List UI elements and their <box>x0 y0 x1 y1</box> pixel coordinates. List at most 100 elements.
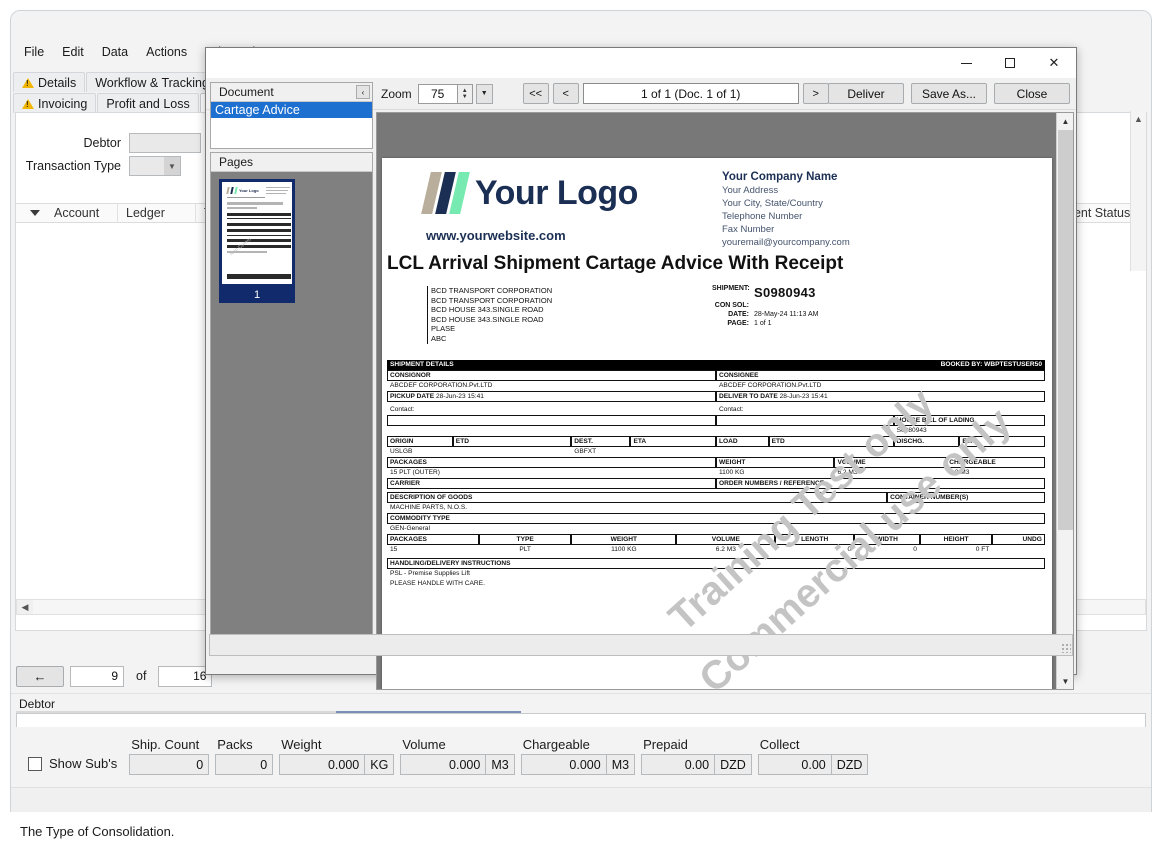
thumbnail-logo-icon: Your Logo <box>227 187 259 194</box>
pkg-val-width: 0 <box>854 545 920 555</box>
packages-label: PACKAGES <box>387 457 716 468</box>
commodity-row: COMMODITY TYPE <box>387 513 1045 524</box>
minimize-button[interactable] <box>944 49 988 77</box>
tab-label: Workflow & Tracking <box>95 76 209 90</box>
deliver-button[interactable]: Deliver <box>828 83 904 104</box>
scroll-up-icon[interactable]: ▲ <box>1131 111 1146 126</box>
doc-scroll-up-icon[interactable]: ▲ <box>1057 113 1074 129</box>
carrier-label: CARRIER <box>387 478 716 489</box>
pkg-col-type: TYPE <box>479 534 571 545</box>
page-value: 1 of 1 <box>754 320 772 327</box>
application-status-bar: The Type of Consolidation. <box>10 812 1152 850</box>
close-button[interactable]: Close <box>994 83 1070 104</box>
menu-item-edit[interactable]: Edit <box>53 43 93 61</box>
tab-label: Details <box>38 76 76 90</box>
pkg-col-weight: WEIGHT <box>571 534 676 545</box>
page-indicator[interactable]: 1 of 1 (Doc. 1 of 1) <box>583 83 799 104</box>
stat-value-input[interactable]: 0.000 <box>400 754 486 775</box>
stat-label: Chargeable <box>521 737 635 752</box>
stat-unit: M3 <box>607 754 635 775</box>
description-label: DESCRIPTION OF GOODS <box>387 492 887 503</box>
stat-value-input[interactable]: 0.000 <box>279 754 365 775</box>
pkg-col-height: HEIGHT <box>920 534 992 545</box>
tab-workflow-tracking[interactable]: Workflow & Tracking <box>86 72 218 92</box>
stat-value-input[interactable]: 0.00 <box>641 754 715 775</box>
consignee-value: ABCDEF CORPORATION.Pvt.LTD <box>716 381 1045 391</box>
stat-weight: Weight 0.000 KG <box>279 737 394 775</box>
stat-value-input[interactable]: 0.00 <box>758 754 832 775</box>
debtor-input[interactable] <box>129 133 201 153</box>
page-thumbnail-wrap[interactable]: Your Logo Non Comm <box>219 179 295 303</box>
tab-profit-and-loss[interactable]: Profit and Loss <box>97 93 198 113</box>
routing-header-row: ORIGIN ETD DEST. ETA LOAD ETD DISCHG. ET… <box>387 436 1045 447</box>
shipment-detail-table: SHIPMENT DETAILS BOOKED BY: WBPTESTUSER5… <box>387 360 1045 589</box>
grid-vertical-scrollbar[interactable]: ▲ <box>1130 111 1146 271</box>
collapse-panel-icon[interactable]: ‹ <box>356 85 370 99</box>
save-as-button[interactable]: Save As... <box>911 83 987 104</box>
show-subs-label: Show Sub's <box>49 756 117 771</box>
sort-descending-icon[interactable] <box>30 210 40 216</box>
close-window-button[interactable]: ✕ <box>1032 49 1076 77</box>
spinner-down-icon: ▼ <box>462 94 468 100</box>
contact-left-box <box>387 415 716 426</box>
consignee-label: CONSIGNEE <box>716 370 1045 381</box>
company-fax: Fax Number <box>722 223 850 236</box>
debtor-label: Debtor <box>19 136 129 150</box>
previous-record-button[interactable]: ← <box>16 666 64 687</box>
zoom-dropdown-button[interactable]: ▼ <box>476 84 493 104</box>
menu-item-file[interactable]: File <box>15 43 53 61</box>
pickup-date-value: 28-Jun-23 15:41 <box>436 393 484 400</box>
resize-grip-icon[interactable] <box>1061 643 1071 653</box>
chevron-down-icon: ▼ <box>481 90 488 97</box>
tab-label: Invoicing <box>38 97 87 111</box>
stat-value-input[interactable]: 0.000 <box>521 754 607 775</box>
logo-bars-icon <box>426 172 465 214</box>
package-table-header: PACKAGES TYPE WEIGHT VOLUME LENGTH WIDTH… <box>387 534 1045 545</box>
tab-invoicing[interactable]: Invoicing <box>13 93 96 113</box>
next-page-button[interactable]: > <box>803 83 829 104</box>
scroll-left-icon[interactable]: ◀ <box>17 600 33 614</box>
current-record-input[interactable]: 9 <box>70 666 124 687</box>
show-subs-checkbox[interactable] <box>28 757 42 771</box>
document-vertical-scrollbar[interactable]: ▲ ▼ <box>1056 113 1073 689</box>
date-row: DATE: 28-May-24 11:13 AM <box>712 311 818 318</box>
viewer-titlebar[interactable]: ✕ <box>206 48 1076 78</box>
stat-value-input[interactable]: 0 <box>215 754 273 775</box>
pkg-col-volume: VOLUME <box>676 534 775 545</box>
transaction-type-select[interactable]: ▼ <box>129 156 181 176</box>
show-subs-checkbox-wrap[interactable]: Show Sub's <box>28 756 117 771</box>
dest-value: GBFXT <box>571 447 716 457</box>
previous-page-button[interactable]: < <box>553 83 579 104</box>
of-label: of <box>130 669 152 683</box>
origin-value: USLGB <box>387 447 571 457</box>
stat-label: Volume <box>400 737 514 752</box>
column-header-account[interactable]: Account <box>46 204 118 222</box>
document-viewer-dialog: ✕ Zoom 75 ▲▼ ▼ << < 1 of 1 (Doc. 1 of 1)… <box>205 47 1077 675</box>
first-page-button[interactable]: << <box>523 83 549 104</box>
page-thumbnail[interactable]: Your Logo Non Comm <box>219 179 295 287</box>
zoom-spinner[interactable]: ▲▼ <box>458 84 473 104</box>
tab-details[interactable]: Details <box>13 72 85 92</box>
stat-chargeable: Chargeable 0.000 M3 <box>521 737 635 775</box>
chargeable-label: CHARGEABLE <box>946 457 1045 468</box>
house-bill-label: HOUSE BILL OF LADING <box>894 415 1045 426</box>
consignor-consignee-value-row: ABCDEF CORPORATION.Pvt.LTD ABCDEF CORPOR… <box>387 381 1045 391</box>
menu-item-data[interactable]: Data <box>93 43 137 61</box>
order-numbers-label: ORDER NUMBERS / REFERENCE <box>716 478 1045 489</box>
doc-scroll-down-icon[interactable]: ▼ <box>1057 673 1074 689</box>
column-header-ledger[interactable]: Ledger <box>118 204 196 222</box>
address-line: ABC <box>431 334 552 344</box>
menu-item-actions[interactable]: Actions <box>137 43 196 61</box>
maximize-button[interactable] <box>988 49 1032 77</box>
origin-label: ORIGIN <box>387 436 453 447</box>
address-line: BCD TRANSPORT CORPORATION <box>431 286 552 296</box>
contact-left-label: Contact: <box>387 405 716 415</box>
zoom-input[interactable]: 75 <box>418 84 458 104</box>
stat-value-input[interactable]: 0 <box>129 754 209 775</box>
deliver-date-value: 28-Jun-23 15:41 <box>780 393 828 400</box>
document-list-item-cartage-advice[interactable]: Cartage Advice <box>211 102 372 118</box>
screen-root: File Edit Data Actions Job Invoi Details… <box>0 0 1162 850</box>
doc-scroll-thumb[interactable] <box>1058 130 1073 530</box>
dates-row: PICKUP DATE 28-Jun-23 15:41 DELIVER TO D… <box>387 391 1045 402</box>
banner-left: SHIPMENT DETAILS <box>390 361 454 369</box>
